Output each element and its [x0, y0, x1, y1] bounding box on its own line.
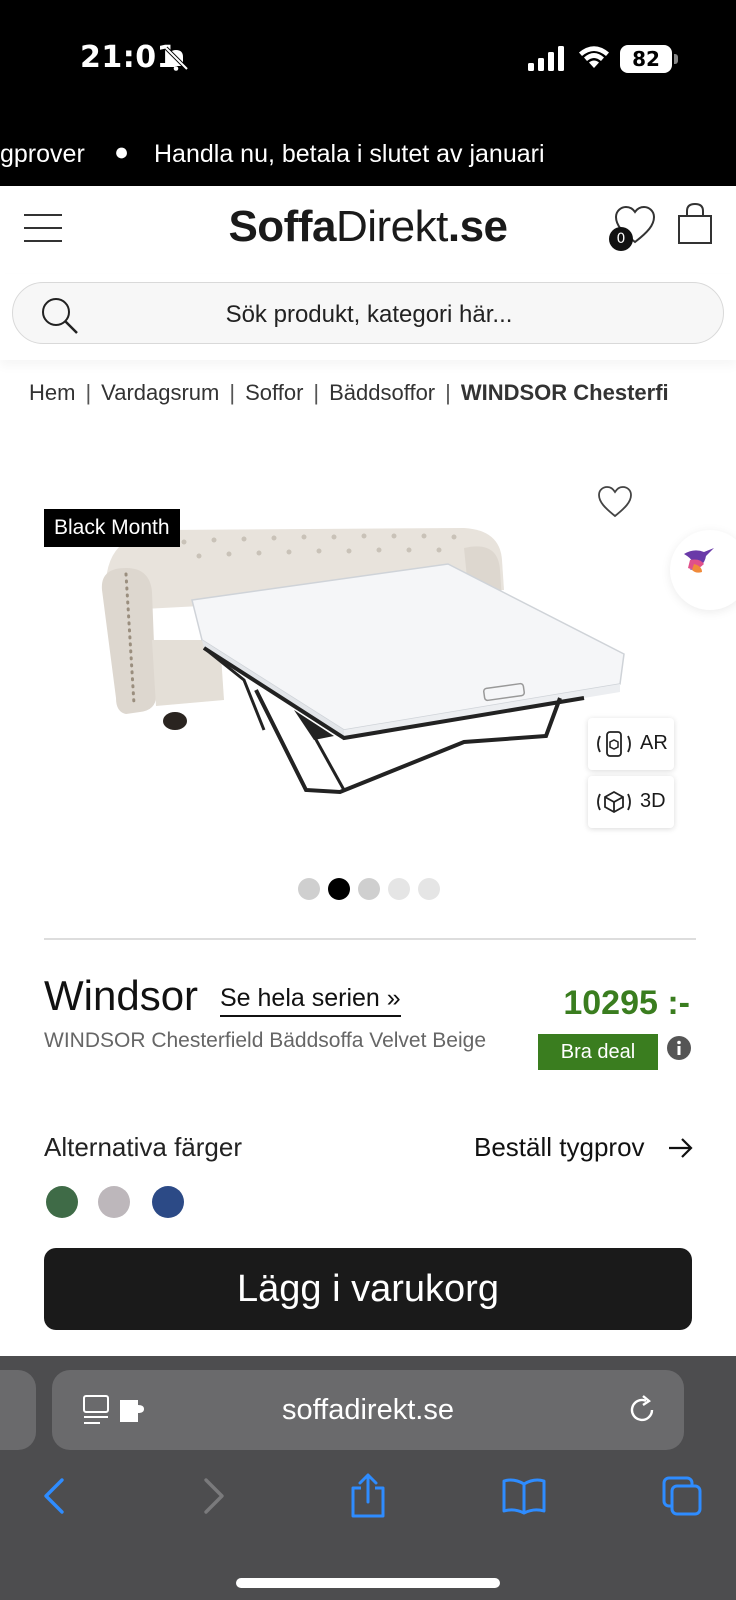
share-icon[interactable] — [348, 1472, 388, 1520]
battery-indicator: 82 — [620, 45, 678, 73]
breadcrumb-fade — [676, 374, 736, 410]
color-swatch-green[interactable] — [46, 1186, 78, 1218]
back-icon[interactable] — [40, 1476, 70, 1516]
logo-part-3: .se — [447, 202, 508, 251]
browser-toolbar: soffadirekt.se — [0, 1356, 736, 1600]
logo-part-1: Soffa — [228, 202, 336, 251]
product-price: 10295 :- — [563, 984, 690, 1022]
reload-icon[interactable] — [626, 1394, 658, 1426]
carousel-dot[interactable] — [298, 878, 320, 900]
tabs-icon[interactable] — [660, 1474, 704, 1518]
logo-part-2: Direkt — [335, 202, 448, 251]
3d-cube-icon — [597, 790, 631, 814]
see-series-link[interactable]: Se hela serien » — [220, 984, 401, 1017]
breadcrumb-item-current: WINDSOR Chesterfi — [460, 380, 669, 405]
breadcrumb-separator: | — [229, 380, 236, 405]
search-placeholder: Sök produkt, kategori här... — [225, 301, 513, 328]
black-month-badge: Black Month — [44, 509, 180, 547]
wifi-icon — [579, 46, 609, 68]
breadcrumb-separator: | — [445, 380, 451, 405]
address-bar[interactable]: soffadirekt.se — [52, 1370, 684, 1450]
search-input[interactable]: Sök produkt, kategori här... — [12, 282, 724, 344]
status-bar: 21:01 82 — [0, 0, 736, 128]
previous-tab-peek[interactable] — [0, 1370, 36, 1450]
marquee-separator: ● — [114, 138, 130, 166]
favorite-heart-icon[interactable] — [596, 484, 634, 520]
site-header: SoffaDirekt.se 0 — [0, 186, 736, 274]
breadcrumb-item-soffor[interactable]: Soffor — [245, 380, 303, 405]
product-title: Windsor — [44, 972, 199, 1019]
breadcrumb-item-baddsoffor[interactable]: Bäddsoffor — [329, 380, 435, 405]
breadcrumb-separator: | — [85, 380, 92, 405]
breadcrumb-separator: | — [313, 380, 320, 405]
breadcrumb-item-home[interactable]: Hem — [29, 380, 75, 405]
alternative-colors-label: Alternativa färger — [44, 1132, 242, 1162]
search-section: Sök produkt, kategori här... — [0, 274, 736, 360]
3d-view-button[interactable]: 3D — [588, 776, 674, 828]
ar-phone-icon — [597, 731, 631, 757]
bookmarks-icon[interactable] — [500, 1476, 548, 1516]
product-subtitle: WINDSOR Chesterfield Bäddsoffa Velvet Be… — [44, 1029, 486, 1052]
arrow-right-icon[interactable] — [666, 1134, 694, 1162]
color-swatch-blue[interactable] — [152, 1186, 184, 1218]
home-indicator — [236, 1578, 500, 1588]
forward-icon[interactable] — [198, 1476, 228, 1516]
order-fabric-sample-link[interactable]: Beställ tygprov — [474, 1132, 645, 1163]
breadcrumb-item-vardagsrum[interactable]: Vardagsrum — [101, 380, 219, 405]
url-text: soffadirekt.se — [282, 1394, 454, 1426]
marquee-text-right: Handla nu, betala i slutet av januari — [154, 140, 545, 168]
carousel-dot-active[interactable] — [328, 878, 350, 900]
shopping-bag-icon[interactable] — [676, 202, 714, 246]
promo-marquee: gprover ● Handla nu, betala i slutet av … — [0, 128, 736, 186]
color-swatch-grey[interactable] — [98, 1186, 130, 1218]
marquee-text-left: gprover — [0, 140, 85, 168]
bird-logo-icon — [684, 548, 714, 573]
carousel-dot[interactable] — [388, 878, 410, 900]
carousel-dot[interactable] — [418, 878, 440, 900]
bell-off-icon — [164, 46, 189, 71]
ar-view-button[interactable]: AR — [588, 718, 674, 770]
wishlist-count-badge: 0 — [609, 227, 633, 251]
breadcrumb: Hem | Vardagsrum | Soffor | Bäddsoffor | WINDSOR… — [29, 380, 736, 406]
info-icon[interactable] — [666, 1035, 692, 1061]
3d-label: 3D — [640, 790, 666, 812]
add-to-cart-button[interactable]: Lägg i varukorg — [44, 1248, 692, 1330]
deal-badge: Bra deal — [538, 1034, 658, 1070]
ar-label: AR — [640, 732, 668, 754]
cellular-signal-icon — [528, 46, 564, 71]
carousel-dot[interactable] — [358, 878, 380, 900]
divider — [44, 938, 696, 940]
